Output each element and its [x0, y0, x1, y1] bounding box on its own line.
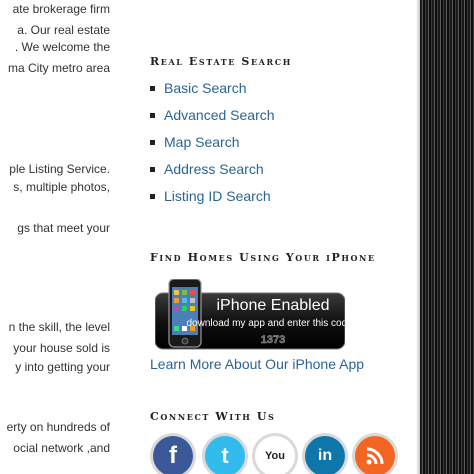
- download-app-text: download my app and enter this code:: [187, 318, 346, 329]
- youtube-icon[interactable]: You: [255, 436, 295, 474]
- iphone-enabled-badge[interactable]: iPhone Enabled download my app and enter…: [155, 279, 345, 351]
- find-homes-iphone-heading: Find Homes Using Your iPhone: [150, 251, 376, 264]
- basic-search-link[interactable]: Basic Search: [164, 80, 246, 96]
- square-bullet-icon: [150, 86, 155, 91]
- iphone-app-learn-more-link[interactable]: Learn More About Our iPhone App: [150, 356, 364, 372]
- list-item: Advanced Search: [150, 106, 275, 133]
- rss-glyph-icon: [366, 447, 384, 465]
- square-bullet-icon: [150, 140, 155, 145]
- body-text-line: gs that meet your: [17, 221, 110, 235]
- facebook-icon[interactable]: f: [153, 436, 193, 474]
- linkedin-icon[interactable]: in: [305, 436, 345, 474]
- body-text-line: your house sold is: [13, 341, 110, 355]
- page: ate brokerage firm a. Our real estate . …: [0, 0, 420, 474]
- twitter-icon[interactable]: t: [205, 436, 245, 474]
- social-icons-row: f t You in: [150, 432, 410, 474]
- square-bullet-icon: [150, 113, 155, 118]
- body-text-line: . We welcome the: [14, 40, 110, 54]
- body-text-line: y into getting your: [15, 360, 110, 374]
- address-search-link[interactable]: Address Search: [164, 161, 264, 177]
- real-estate-search-heading: Real Estate Search: [150, 55, 292, 68]
- list-item: Address Search: [150, 160, 275, 187]
- body-text-line: ate brokerage firm: [12, 2, 110, 16]
- striped-background: [420, 0, 474, 474]
- square-bullet-icon: [150, 194, 155, 199]
- list-item: Listing ID Search: [150, 187, 275, 214]
- rss-icon[interactable]: [355, 436, 395, 474]
- body-text-line: s, multiple photos,: [13, 180, 110, 194]
- advanced-search-link[interactable]: Advanced Search: [164, 107, 275, 123]
- app-code-text: 1373: [261, 334, 285, 346]
- iphone-enabled-text: iPhone Enabled: [217, 297, 330, 314]
- iphone-device-icon: [168, 279, 202, 348]
- body-text-line: ocial network ,and: [13, 441, 110, 455]
- search-links-list: Basic Search Advanced Search Map Search …: [150, 79, 275, 214]
- list-item: Map Search: [150, 133, 275, 160]
- square-bullet-icon: [150, 167, 155, 172]
- list-item: Basic Search: [150, 79, 275, 106]
- map-search-link[interactable]: Map Search: [164, 134, 239, 150]
- body-text-line: n the skill, the level: [8, 320, 110, 334]
- body-text-line: erty on hundreds of: [6, 420, 110, 434]
- connect-with-us-heading: Connect With Us: [150, 410, 276, 423]
- listing-id-search-link[interactable]: Listing ID Search: [164, 188, 271, 204]
- body-text-line: ma City metro area: [7, 61, 110, 75]
